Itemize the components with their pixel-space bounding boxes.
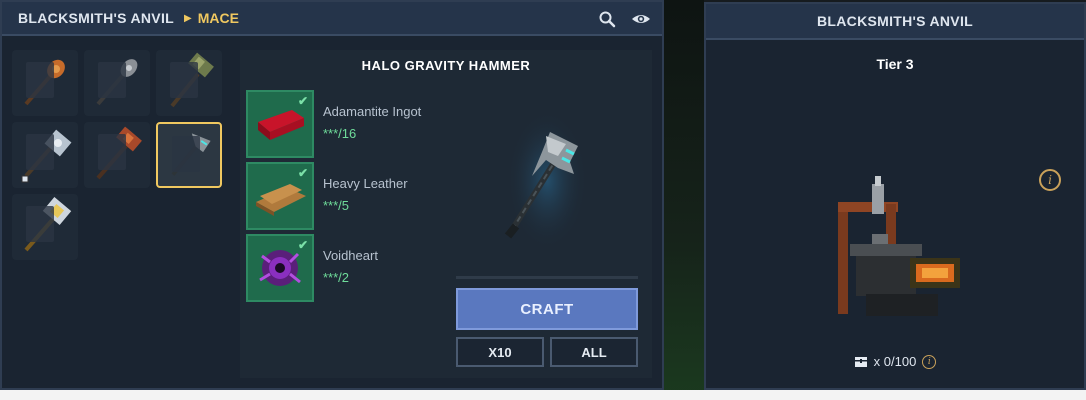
ingredient-quantity: ***/5	[323, 198, 350, 213]
ingredient-row: ✔ Adamantite Ingot ***/16	[246, 90, 446, 158]
panel-header: BLACKSMITH'S ANVIL ▶ MACE	[2, 2, 662, 36]
ingredient-name: Voidheart	[323, 248, 378, 263]
ingredient-name: Adamantite Ingot	[323, 104, 422, 119]
station-header: BLACKSMITH'S ANVIL	[706, 4, 1084, 40]
chest-icon	[854, 356, 867, 367]
breadcrumb-arrow-icon: ▶	[183, 12, 192, 24]
recipe-title: HALO GRAVITY HAMMER	[361, 58, 531, 73]
info-icon[interactable]: i	[1039, 169, 1061, 191]
crafting-panel: BLACKSMITH'S ANVIL ▶ MACE HALO GRAVITY H…	[0, 0, 664, 390]
check-icon: ✔	[297, 166, 308, 180]
craft-button[interactable]: CRAFT	[456, 288, 638, 330]
station-panel: BLACKSMITH'S ANVIL Tier 3 i x 0/100 i	[704, 2, 1086, 390]
slot-background	[172, 136, 200, 172]
storage-label: x 0/100	[873, 354, 917, 369]
recipe-slot-double-axe-mace[interactable]	[12, 122, 78, 188]
world-background	[664, 0, 704, 400]
recipe-slot-spiked-mace[interactable]	[12, 50, 78, 116]
check-icon: ✔	[297, 94, 308, 108]
slot-background	[26, 206, 54, 242]
slot-background	[170, 62, 198, 98]
search-icon[interactable]	[598, 10, 616, 28]
storage-info-icon[interactable]: i	[922, 354, 937, 369]
recipe-slot-iron-mace[interactable]	[84, 50, 150, 116]
station-tier: Tier 3	[876, 56, 914, 72]
ingredient-slot[interactable]: ✔	[246, 90, 314, 158]
slot-background	[26, 134, 54, 170]
ingredient-row: ✔ Heavy Leather ***/5	[246, 162, 446, 230]
slot-background	[26, 62, 54, 98]
ingredient-name: Heavy Leather	[323, 176, 408, 191]
recipe-slot-golden-warhammer[interactable]	[12, 194, 78, 260]
storage-count: x 0/100 i	[706, 354, 1084, 369]
bottom-edge	[0, 390, 1086, 400]
station-title: BLACKSMITH'S ANVIL	[817, 13, 973, 29]
eye-icon[interactable]	[631, 10, 651, 28]
ingredient-slot[interactable]: ✔	[246, 234, 314, 302]
item-preview-hammer-icon	[504, 110, 587, 250]
slot-background	[98, 134, 126, 170]
recipe-slot-rust-hammer[interactable]	[84, 122, 150, 188]
craft-all-button[interactable]: ALL	[550, 337, 638, 367]
slot-background	[98, 62, 126, 98]
check-icon: ✔	[297, 238, 308, 252]
recipe-slot-moss-hammer[interactable]	[156, 50, 222, 116]
craft-x10-button[interactable]: X10	[456, 337, 544, 367]
divider	[456, 276, 638, 279]
ingredient-row: ✔ Voidheart ***/2	[246, 234, 446, 302]
breadcrumb-current: MACE	[197, 10, 239, 26]
anvil-station-icon	[838, 176, 960, 316]
breadcrumb-root[interactable]: BLACKSMITH'S ANVIL	[18, 10, 174, 26]
ingredient-quantity: ***/2	[323, 270, 350, 285]
ingredient-quantity: ***/16	[323, 126, 357, 141]
recipe-detail: HALO GRAVITY HAMMER ✔ Adamantite Ingot *…	[240, 50, 652, 378]
recipe-slot-halo-gravity-hammer[interactable]	[156, 122, 222, 188]
ingredient-slot[interactable]: ✔	[246, 162, 314, 230]
